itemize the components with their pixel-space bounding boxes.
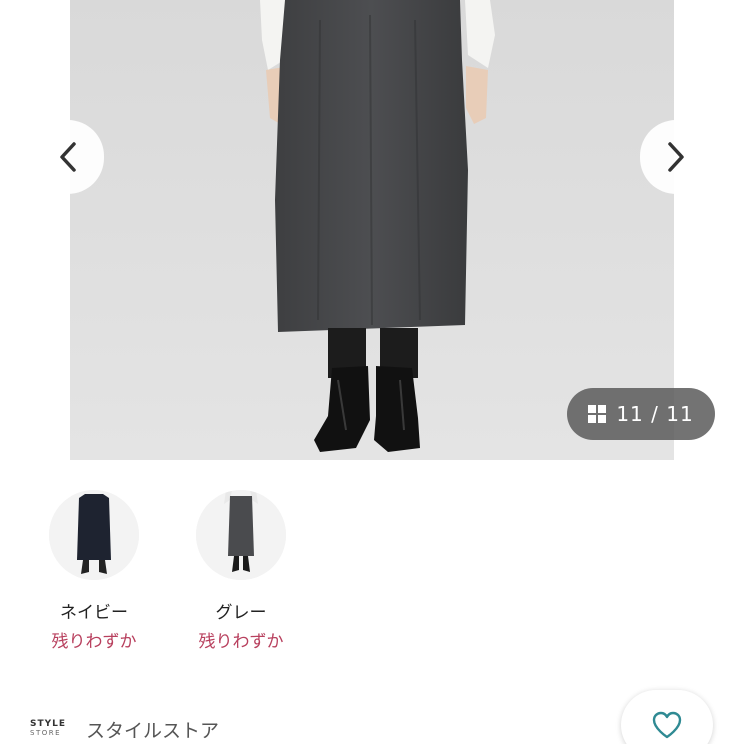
- swatch-navy[interactable]: ネイビー 残りわずか: [29, 490, 159, 652]
- swatch-name: グレー: [215, 603, 267, 623]
- chevron-right-icon: [668, 142, 684, 172]
- grid-icon: [588, 405, 607, 423]
- product-image-gallery[interactable]: 11 / 11: [0, 0, 744, 460]
- next-image-button[interactable]: [640, 120, 712, 194]
- store-logo-line1: STYLE: [30, 719, 67, 729]
- store-name-link[interactable]: スタイルストア: [86, 716, 219, 743]
- heart-icon: [652, 711, 682, 739]
- swatch-gray[interactable]: グレー 残りわずか: [176, 490, 306, 652]
- stock-status: 残りわずか: [198, 632, 284, 652]
- favorite-button[interactable]: [621, 690, 713, 744]
- gray-skirt-thumbnail-image: [196, 490, 286, 580]
- navy-skirt-thumbnail-image: [49, 490, 139, 580]
- swatch-thumbnail[interactable]: [196, 490, 286, 580]
- swatch-name: ネイビー: [60, 603, 128, 623]
- image-counter-button[interactable]: 11 / 11: [567, 388, 715, 440]
- chevron-left-icon: [60, 142, 76, 172]
- previous-image-button[interactable]: [32, 120, 104, 194]
- color-swatch-list: ネイビー 残りわずか グレー 残りわずか: [0, 490, 744, 652]
- store-logo: STYLE STORE: [30, 720, 70, 738]
- stock-status: 残りわずか: [51, 632, 137, 652]
- store-logo-line2: STORE: [30, 729, 62, 737]
- swatch-thumbnail[interactable]: [49, 490, 139, 580]
- image-counter-text: 11 / 11: [616, 402, 694, 426]
